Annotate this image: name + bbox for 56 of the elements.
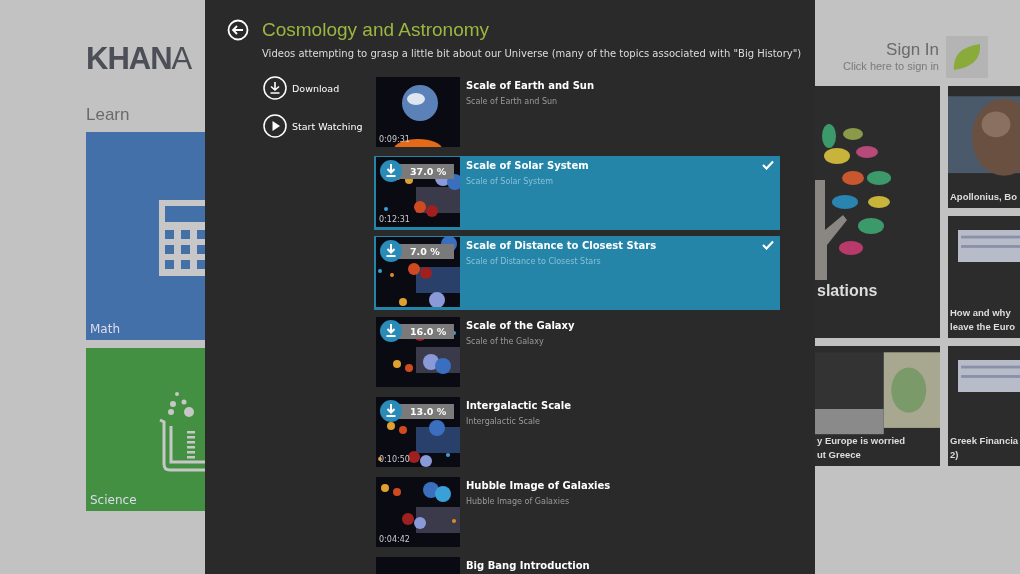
video-title: Big Bang Introduction [466,560,590,571]
video-subtitle: Hubble Image of Galaxies [466,497,571,506]
video-item[interactable]: 0:09:31 Scale of Earth and Sun Scale of Earth and Sun [374,76,780,150]
section-heading: Learn [86,104,131,126]
check-icon [762,160,774,170]
subject-label: Math [90,322,121,336]
video-subtitle: Scale of Distance to Closest Stars [466,257,602,266]
action-button[interactable]: Download [263,76,374,100]
download-icon [380,400,402,422]
tile-title: slations [817,282,878,300]
panel-title: Cosmology and Astronomy [262,19,490,41]
video-title: Intergalactic Scale [466,400,572,411]
download-icon [263,76,287,100]
video-title: Scale of the Galaxy [466,320,575,331]
video-subtitle: Scale of the Galaxy [466,337,545,346]
video-item[interactable]: Big Bang Introduction [374,556,780,574]
video-duration: 0:04:42 [379,535,410,544]
action-button[interactable]: Start Watching [263,114,374,138]
check-icon [762,240,774,250]
video-duration: 0:12:31 [379,215,410,224]
video-title: Scale of Earth and Sun [466,80,595,91]
tile-title: Greek Financia [950,434,1019,448]
subject-label: Science [90,493,137,507]
video-tile[interactable]: How and why leave the Euro [948,216,1020,338]
download-icon [380,240,402,262]
subject-tile[interactable]: Math [86,132,205,340]
video-duration: 0:09:31 [379,135,410,144]
video-item[interactable]: 7.0 % Scale of Distance to Closest Stars Scale of Distance to Closest Stars [374,236,780,310]
video-subtitle: Scale of Solar System [466,177,555,186]
back-button[interactable] [227,19,249,41]
sign-in-hint: Click here to sign in [843,60,939,72]
video-tile[interactable]: Greek Financia 2) [948,346,1020,466]
video-item[interactable]: 16.0 % Scale of the Galaxy Scale of the Galaxy [374,316,780,390]
tile-title: y Europe is worried [817,434,906,448]
tile-title: leave the Euro [950,320,1015,334]
video-title: Scale of Solar System [466,160,589,171]
video-tile[interactable]: slations [815,86,940,338]
play-icon [263,114,287,138]
video-title: Scale of Distance to Closest Stars [466,240,657,251]
tile-title: How and why [950,306,1012,320]
panel-description: Videos attempting to grasp a little bit about our Universe (many of the topics associated with "Big History") [262,48,803,59]
logo: KHANA [86,42,193,76]
video-subtitle: Scale of Earth and Sun [466,97,559,106]
video-item[interactable]: 0:10:50 13.0 % Intergalactic Scale Intergalactic Scale [374,396,780,470]
download-icon [380,320,402,342]
video-item[interactable]: 0:04:42 Hubble Image of Galaxies Hubble Image of Galaxies [374,476,780,550]
tile-title: Apollonius, Bo [950,190,1018,204]
beaker-icon [159,390,205,474]
calculator-icon [159,200,205,276]
download-icon [380,160,402,182]
tile-title: 2) [950,448,960,462]
tile-title: ut Greece [817,448,862,462]
video-item[interactable]: 0:12:31 37.0 % Scale of Solar System Scale of Solar System [374,156,780,230]
video-subtitle: Intergalactic Scale [466,417,541,426]
video-duration: 0:10:50 [379,455,410,464]
video-title: Hubble Image of Galaxies [466,480,611,491]
